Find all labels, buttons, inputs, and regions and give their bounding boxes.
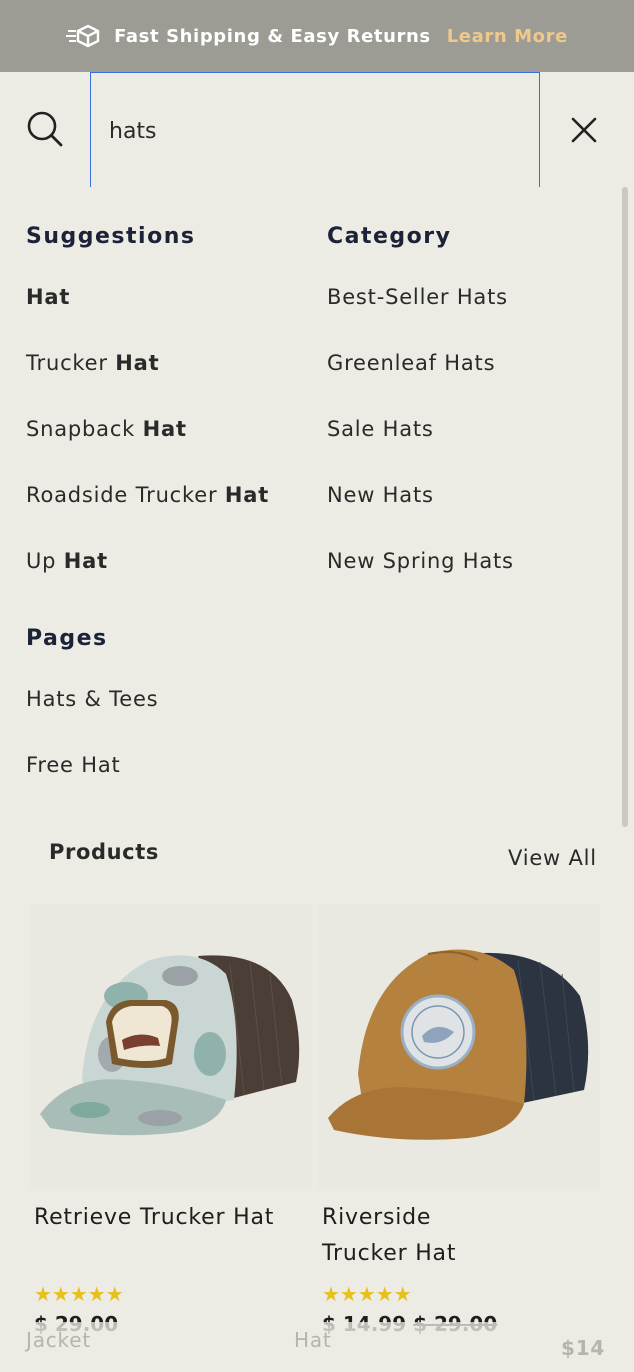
next-row-label: Hat: [294, 1328, 332, 1352]
banner-text: Fast Shipping & Easy Returns: [114, 25, 431, 47]
pages-section: Pages Hats & Tees Free Hat: [26, 624, 316, 816]
search-input[interactable]: [109, 113, 509, 149]
suggestion-item[interactable]: Hat: [26, 282, 316, 348]
suggestion-item[interactable]: Trucker Hat: [26, 348, 316, 414]
star-rating: ★★★★★: [34, 1282, 124, 1306]
promo-banner: Fast Shipping & Easy Returns Learn More: [0, 0, 634, 72]
suggestion-item[interactable]: Up Hat: [26, 546, 316, 612]
suggestions-list: Hat Trucker Hat Snapback Hat Roadside Tr…: [26, 282, 316, 612]
suggestions-heading: Suggestions: [26, 224, 196, 249]
page-item[interactable]: Hats & Tees: [26, 684, 316, 750]
pages-heading: Pages: [26, 626, 108, 651]
category-item[interactable]: Sale Hats: [327, 414, 617, 480]
products-heading: Products: [49, 840, 159, 864]
category-heading: Category: [327, 224, 452, 249]
next-row-price: $14: [561, 1336, 606, 1360]
suggestion-item[interactable]: Roadside Trucker Hat: [26, 480, 316, 546]
close-icon[interactable]: [570, 116, 598, 144]
view-all-link[interactable]: View All: [508, 846, 597, 870]
product-image[interactable]: [318, 904, 600, 1188]
learn-more-link[interactable]: Learn More: [447, 26, 568, 47]
category-item[interactable]: New Hats: [327, 480, 617, 546]
suggestion-item[interactable]: Snapback Hat: [26, 414, 316, 480]
category-section: Category Best-Seller Hats Greenleaf Hats…: [327, 222, 617, 612]
pages-list: Hats & Tees Free Hat: [26, 684, 316, 816]
search-field: [90, 72, 540, 187]
product-name[interactable]: Riverside Trucker Hat: [322, 1200, 522, 1272]
product-name[interactable]: Retrieve Trucker Hat: [34, 1200, 284, 1236]
shipping-box-icon: [66, 24, 102, 48]
search-bar: [0, 72, 634, 187]
product-image[interactable]: [30, 904, 312, 1188]
star-rating: ★★★★★: [322, 1282, 412, 1306]
page-item[interactable]: Free Hat: [26, 750, 316, 816]
category-item[interactable]: New Spring Hats: [327, 546, 617, 612]
category-item[interactable]: Greenleaf Hats: [327, 348, 617, 414]
category-item[interactable]: Best-Seller Hats: [327, 282, 617, 348]
search-icon[interactable]: [26, 110, 64, 148]
category-list: Best-Seller Hats Greenleaf Hats Sale Hat…: [327, 282, 617, 612]
suggestions-section: Suggestions Hat Trucker Hat Snapback Hat…: [26, 222, 316, 612]
next-row-label: Jacket: [26, 1328, 91, 1352]
scrollbar[interactable]: [622, 187, 628, 827]
